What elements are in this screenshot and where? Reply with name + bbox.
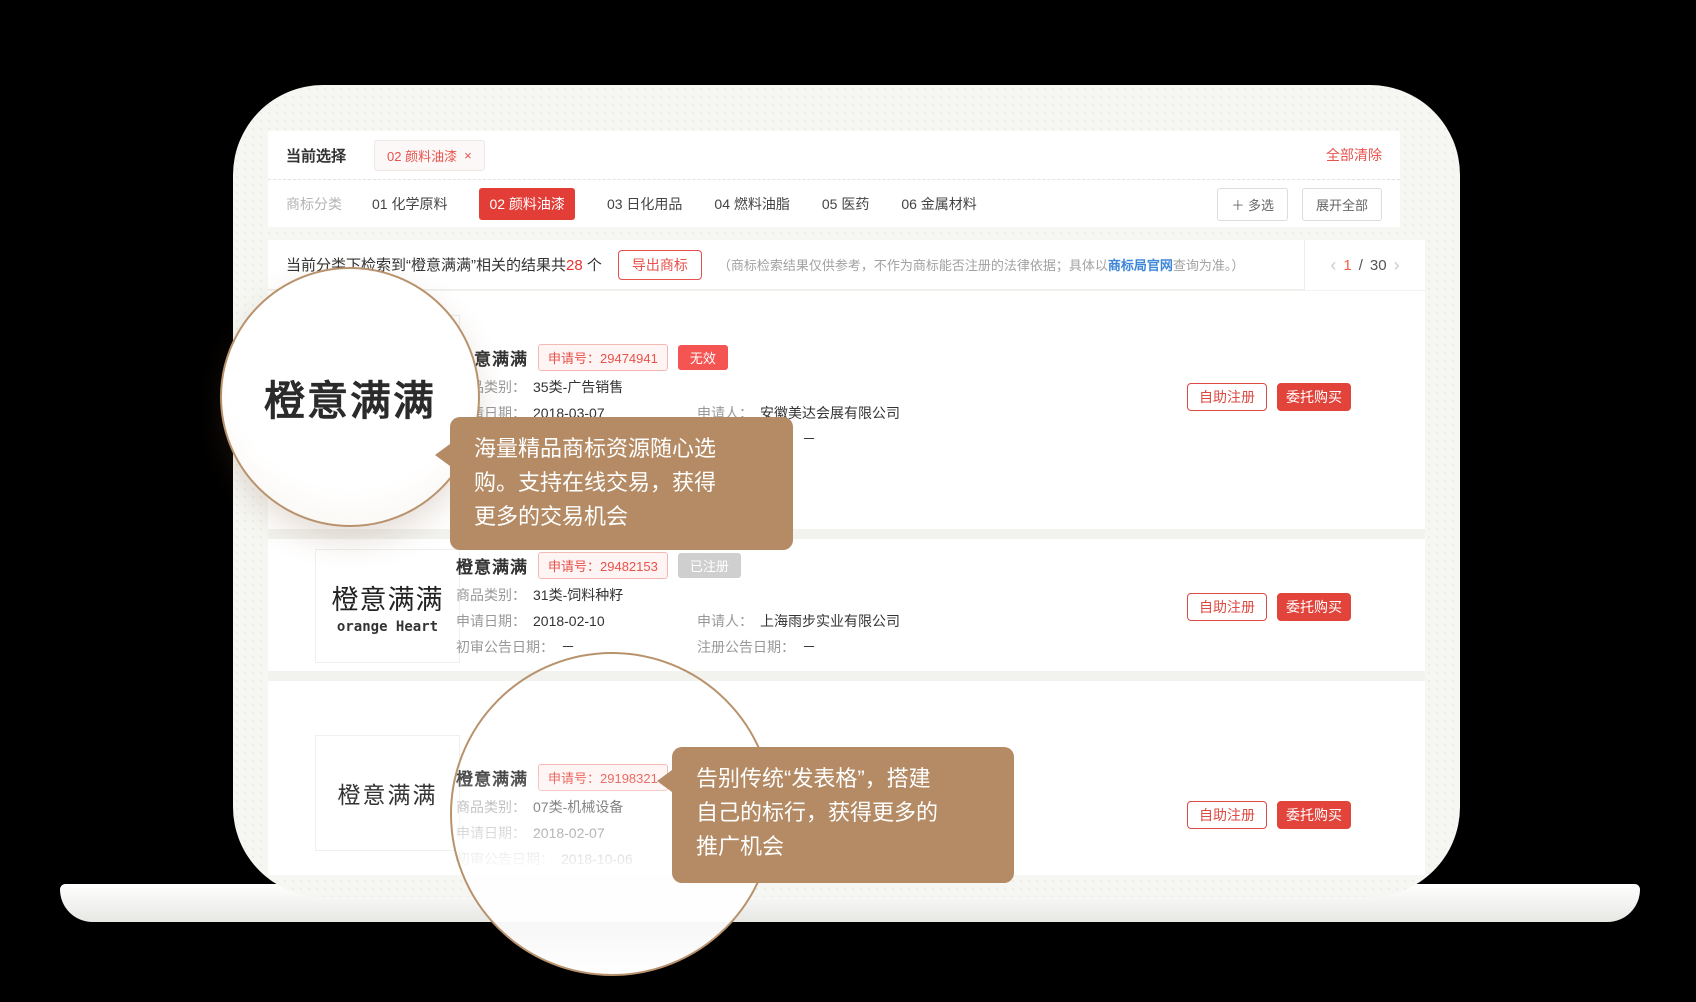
clear-all-link[interactable]: 全部清除 <box>1326 145 1382 165</box>
category-value: 31类-饲料种籽 <box>533 587 623 603</box>
expand-all-button[interactable]: 展开全部 <box>1302 188 1382 221</box>
category-row: 商标分类 01 化学原料 02 颜料油漆 03 日化用品 04 燃料油脂 05 … <box>268 180 1400 228</box>
tooltip-line: 购。支持在线交易，获得 <box>474 466 773 500</box>
current-page: 1 <box>1343 257 1351 274</box>
entrust-purchase-button[interactable]: 委托购买 <box>1277 593 1351 621</box>
tooltip-promotion: 告别传统“发表格”，搭建 自己的标行，获得更多的 推广机会 <box>672 747 1014 883</box>
category-item-02-selected[interactable]: 02 颜料油漆 <box>479 188 574 220</box>
filter-card: 当前选择 02 颜料油漆 × 全部清除 商标分类 01 化学原料 02 颜料油漆… <box>268 131 1400 227</box>
tooltip-line: 告别传统“发表格”，搭建 <box>696 762 994 796</box>
first-publication-label: 初审公告日期： <box>456 639 554 655</box>
tooltip-line: 更多的交易机会 <box>474 500 773 534</box>
first-publication-value: － <box>561 639 575 655</box>
trademark-image-text: 橙意满满 <box>332 578 444 617</box>
category-label: 商品类别： <box>456 587 526 603</box>
pagination: ‹ 1 / 30 › <box>1304 240 1425 290</box>
selected-filter-tag[interactable]: 02 颜料油漆 × <box>374 140 485 171</box>
category-row-label: 商标分类 <box>286 194 342 214</box>
tooltip-line: 海量精品商标资源随心选 <box>474 432 773 466</box>
trademark-image-text: 橙意满满 <box>338 776 438 810</box>
application-number-label: 申请号： <box>548 351 600 366</box>
application-number-badge: 申请号：29482153 <box>538 552 668 579</box>
screen-mockup: 当前选择 02 颜料油漆 × 全部清除 商标分类 01 化学原料 02 颜料油漆… <box>0 0 1696 1002</box>
export-trademarks-button[interactable]: 导出商标 <box>618 250 702 280</box>
applicant-label: 申请人： <box>697 613 753 629</box>
registration-publication-value: － <box>802 431 816 447</box>
summary-suffix: 个 <box>583 257 602 274</box>
tooltip-line: 推广机会 <box>696 830 994 864</box>
applicant-value: 上海雨步实业有限公司 <box>760 613 900 629</box>
registration-publication-label: 注册公告日期： <box>697 639 795 655</box>
page-separator: / <box>1359 257 1363 274</box>
disclaimer-text: （商标检索结果仅供参考，不作为商标能否注册的法律依据；具体以商标局官网查询为准。… <box>718 255 1245 274</box>
apply-date-label: 申请日期： <box>456 613 526 629</box>
entrust-purchase-button[interactable]: 委托购买 <box>1277 801 1351 829</box>
prev-page-icon[interactable]: ‹ <box>1330 256 1336 274</box>
next-page-icon[interactable]: › <box>1394 256 1400 274</box>
magnifier-circle: 橙意满满 <box>220 267 480 527</box>
application-number-badge: 申请号：29474941 <box>538 344 668 371</box>
application-number: 29482153 <box>600 559 658 574</box>
tooltip-arrow-icon <box>435 444 450 466</box>
results-count: 28 <box>566 257 583 274</box>
tooltip-arrow-icon <box>657 770 672 792</box>
self-register-button[interactable]: 自助注册 <box>1187 593 1267 621</box>
trademark-image-subtext: orange Heart <box>337 619 438 635</box>
total-pages: 30 <box>1370 257 1387 274</box>
current-selection-label: 当前选择 <box>286 145 346 166</box>
category-item-01[interactable]: 01 化学原料 <box>372 194 447 214</box>
trademark-image: 橙意满满 <box>315 735 460 851</box>
results-header: 当前分类下检索到“橙意满满”相关的结果共28 个 导出商标 （商标检索结果仅供参… <box>268 240 1425 290</box>
trademark-details: 橙意满满 申请号：29482153 已注册 商品类别： 31类-饲料种籽 申请日期… <box>456 539 1185 663</box>
application-number-label: 申请号： <box>548 559 600 574</box>
table-row: 橙意满满 orange Heart 橙意满满 申请号：29482153 已注册 … <box>268 539 1425 671</box>
trademark-image: 橙意满满 orange Heart <box>315 549 460 663</box>
self-register-button[interactable]: 自助注册 <box>1187 801 1267 829</box>
category-item-04[interactable]: 04 燃料油脂 <box>714 194 789 214</box>
entrust-purchase-button[interactable]: 委托购买 <box>1277 383 1351 411</box>
registration-publication-value: － <box>802 639 816 655</box>
category-value: 35类-广告销售 <box>533 379 623 395</box>
selected-filter-tag-text: 02 颜料油漆 <box>387 146 457 165</box>
trademark-name: 橙意满满 <box>456 553 528 578</box>
apply-date-value: 2018-02-10 <box>533 613 605 629</box>
current-selection-row: 当前选择 02 颜料油漆 × 全部清除 <box>268 131 1400 180</box>
trademark-office-link[interactable]: 商标局官网 <box>1108 258 1173 273</box>
category-item-05[interactable]: 05 医药 <box>822 194 869 214</box>
disclaimer-pre: （商标检索结果仅供参考，不作为商标能否注册的法律依据；具体以 <box>718 258 1108 273</box>
magnified-trademark-text: 橙意满满 <box>264 367 436 427</box>
application-number: 29474941 <box>600 351 658 366</box>
disclaimer-post: 查询为准。） <box>1173 258 1245 273</box>
category-item-03[interactable]: 03 日化用品 <box>607 194 682 214</box>
tooltip-line: 自己的标行，获得更多的 <box>696 796 994 830</box>
tooltip-marketplace: 海量精品商标资源随心选 购。支持在线交易，获得 更多的交易机会 <box>450 417 793 550</box>
category-item-06[interactable]: 06 金属材料 <box>901 194 976 214</box>
status-badge: 无效 <box>678 345 728 370</box>
remove-tag-icon[interactable]: × <box>464 148 472 163</box>
multi-select-button[interactable]: ＋ 多选 <box>1217 188 1288 221</box>
self-register-button[interactable]: 自助注册 <box>1187 383 1267 411</box>
status-badge: 已注册 <box>678 553 741 578</box>
